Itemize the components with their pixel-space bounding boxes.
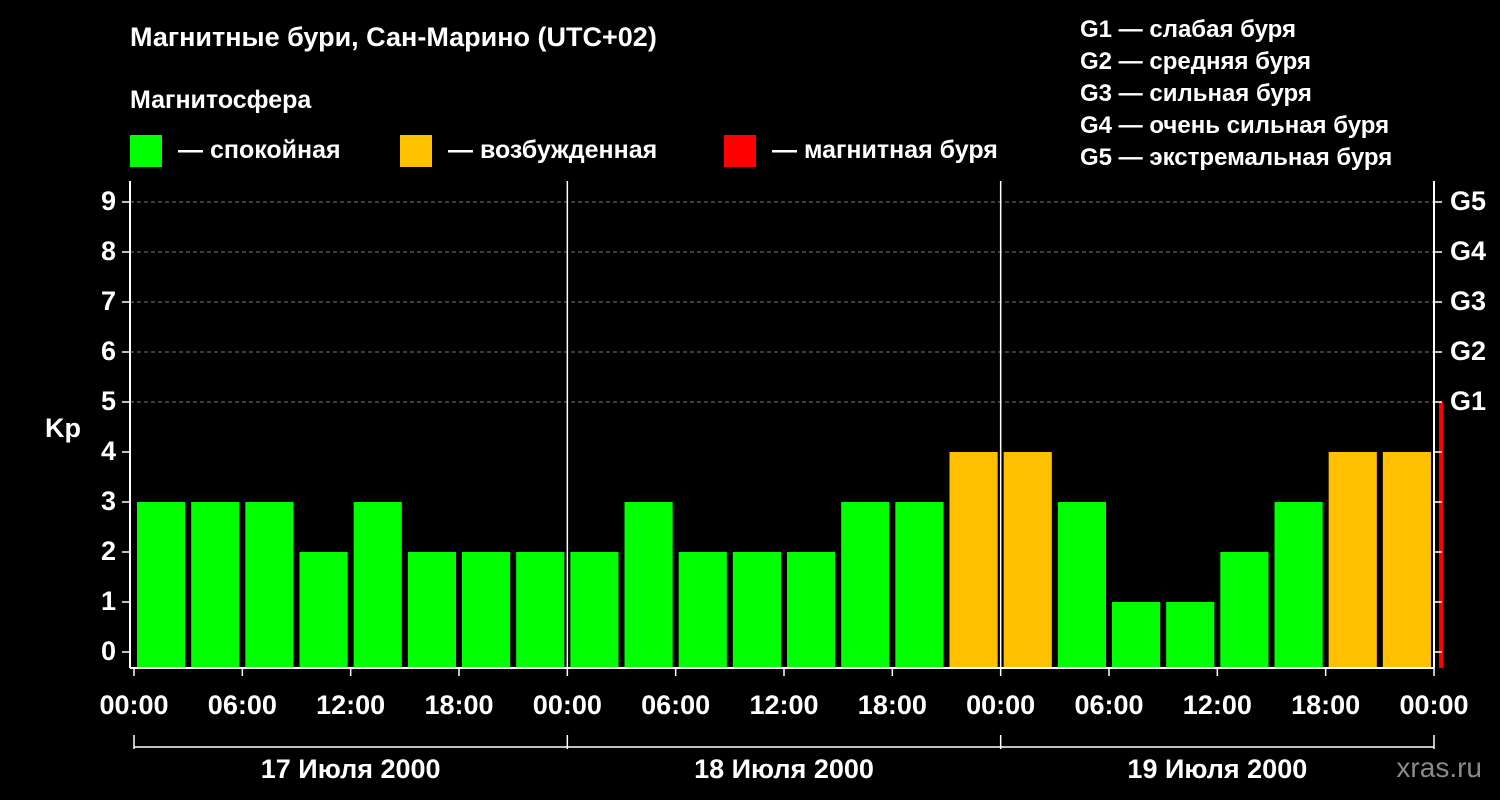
y-tick-label: 5 (101, 386, 116, 416)
right-tick-label: G2 (1450, 336, 1486, 366)
right-tick-label: G1 (1450, 386, 1486, 416)
kp-bar (353, 502, 402, 668)
kp-bar (732, 552, 781, 668)
right-tick-label: G3 (1450, 286, 1486, 316)
x-tick-label: 18:00 (1291, 690, 1360, 720)
kp-bar (516, 552, 565, 668)
watermark: xras.ru (1396, 752, 1482, 783)
kp-bar (1112, 602, 1161, 668)
x-tick-label: 06:00 (208, 690, 277, 720)
x-tick-label: 12:00 (749, 690, 818, 720)
kp-bar (245, 502, 294, 668)
kp-bar-chart: 0 1 2 3 4 5 6 7 8 9 G1 G2 G3 G4 G5 Kp 00:00 06:00 12:00 18:… (45, 181, 1486, 784)
day-label: 17 Июля 2000 (261, 754, 441, 784)
y-tick-label: 6 (101, 336, 116, 366)
kp-bar (462, 552, 511, 668)
x-tick-label: 00:00 (966, 690, 1035, 720)
kp-bar (1003, 452, 1052, 668)
kp-bar (191, 502, 240, 668)
kp-bar (137, 502, 186, 668)
x-tick-label: 00:00 (1399, 690, 1468, 720)
kp-bar (1382, 452, 1431, 668)
kp-bar (895, 502, 944, 668)
kp-bar (299, 552, 348, 668)
day-label: 18 Июля 2000 (694, 754, 874, 784)
kp-bar (624, 502, 673, 668)
x-tick-label: 12:00 (1183, 690, 1252, 720)
y-tick-label: 2 (101, 536, 116, 566)
day-label: 19 Июля 2000 (1127, 754, 1307, 784)
kp-bar (1328, 452, 1377, 668)
x-tick-label: 18:00 (858, 690, 927, 720)
kp-bar (1274, 502, 1323, 668)
y-tick-label: 3 (101, 486, 116, 516)
y-tick-label: 9 (101, 186, 116, 216)
y-tick-label: 7 (101, 286, 116, 316)
x-tick-label: 00:00 (533, 690, 602, 720)
x-tick-label: 00:00 (99, 690, 168, 720)
x-tick-label: 06:00 (641, 690, 710, 720)
x-tick-label: 18:00 (424, 690, 493, 720)
kp-bar (570, 552, 619, 668)
x-tick-label: 06:00 (1074, 690, 1143, 720)
y-tick-label: 4 (101, 436, 116, 466)
kp-bar (787, 552, 836, 668)
y-axis-label: Kp (45, 413, 81, 443)
kp-bar (1220, 552, 1269, 668)
kp-bar (1166, 602, 1215, 668)
y-tick-label: 0 (101, 636, 116, 666)
y-tick-label: 8 (101, 236, 116, 266)
x-tick-label: 12:00 (316, 690, 385, 720)
kp-bar (1057, 502, 1106, 668)
kp-bar (1439, 402, 1443, 668)
kp-bar (407, 552, 456, 668)
right-tick-label: G4 (1450, 236, 1486, 266)
kp-bar (678, 552, 727, 668)
kp-bar (949, 452, 998, 668)
right-tick-label: G5 (1450, 186, 1486, 216)
kp-bar (841, 502, 890, 668)
y-tick-label: 1 (101, 586, 116, 616)
